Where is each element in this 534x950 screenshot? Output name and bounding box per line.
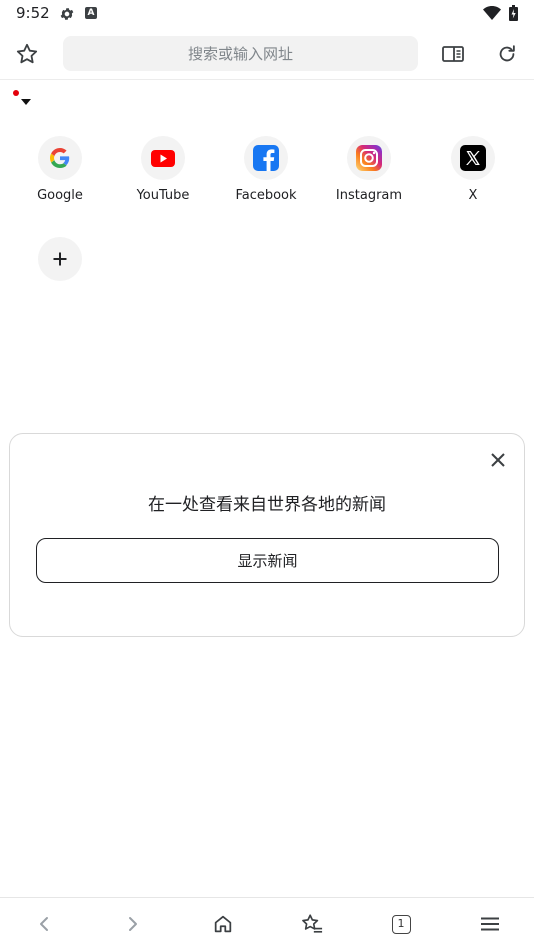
- shortcut-youtube[interactable]: YouTube: [113, 136, 213, 203]
- settings-icon: [60, 8, 74, 20]
- reload-icon[interactable]: [492, 39, 522, 69]
- news-card-title: 在一处查看来自世界各地的新闻: [148, 495, 386, 515]
- home-icon[interactable]: [208, 910, 238, 938]
- shortcut-tile: [38, 136, 82, 180]
- tabs-icon[interactable]: 1: [386, 910, 416, 938]
- back-icon[interactable]: [29, 910, 59, 938]
- shortcut-tile: [347, 136, 391, 180]
- bottom-navigation: 1: [0, 897, 534, 950]
- a-icon: A: [85, 7, 97, 19]
- status-bar: 9:52 A: [0, 0, 534, 28]
- shortcut-label: Facebook: [235, 188, 297, 203]
- reader-view-icon[interactable]: [438, 39, 468, 69]
- shortcut-tile: [141, 136, 185, 180]
- add-shortcut-button[interactable]: [38, 237, 82, 281]
- shortcut-label: YouTube: [136, 188, 190, 203]
- account-dot: [13, 90, 19, 96]
- news-promo-card: 在一处查看来自世界各地的新闻 显示新闻: [9, 433, 525, 637]
- shortcut-tile: [244, 136, 288, 180]
- close-icon[interactable]: [486, 448, 510, 472]
- tab-count: 1: [391, 914, 411, 934]
- menu-icon[interactable]: [475, 910, 505, 938]
- caret-down-icon: [21, 99, 31, 105]
- x-icon: [460, 145, 486, 171]
- account-menu[interactable]: [11, 88, 35, 108]
- plus-icon: [53, 252, 67, 266]
- shortcut-facebook[interactable]: Facebook: [216, 136, 316, 203]
- shortcut-label: Google: [37, 188, 83, 203]
- shortcut-tile: [451, 136, 495, 180]
- instagram-icon: [356, 145, 382, 171]
- wifi-icon: [483, 6, 501, 20]
- show-news-button[interactable]: 显示新闻: [36, 538, 499, 583]
- url-input[interactable]: [63, 36, 418, 71]
- youtube-icon: [151, 149, 175, 167]
- bookmarks-icon[interactable]: [297, 910, 327, 938]
- url-bar[interactable]: [63, 36, 418, 71]
- shortcut-instagram[interactable]: Instagram: [319, 136, 419, 203]
- status-time: 9:52: [16, 4, 50, 22]
- forward-icon[interactable]: [118, 910, 148, 938]
- facebook-icon: [253, 145, 279, 171]
- google-icon: [50, 148, 70, 168]
- shortcut-google[interactable]: Google: [10, 136, 110, 203]
- browser-toolbar: [0, 28, 534, 80]
- battery-icon: [509, 5, 518, 21]
- shortcut-label: X: [468, 188, 478, 203]
- star-icon[interactable]: [12, 39, 42, 69]
- shortcut-x[interactable]: X: [423, 136, 523, 203]
- shortcut-label: Instagram: [335, 188, 403, 203]
